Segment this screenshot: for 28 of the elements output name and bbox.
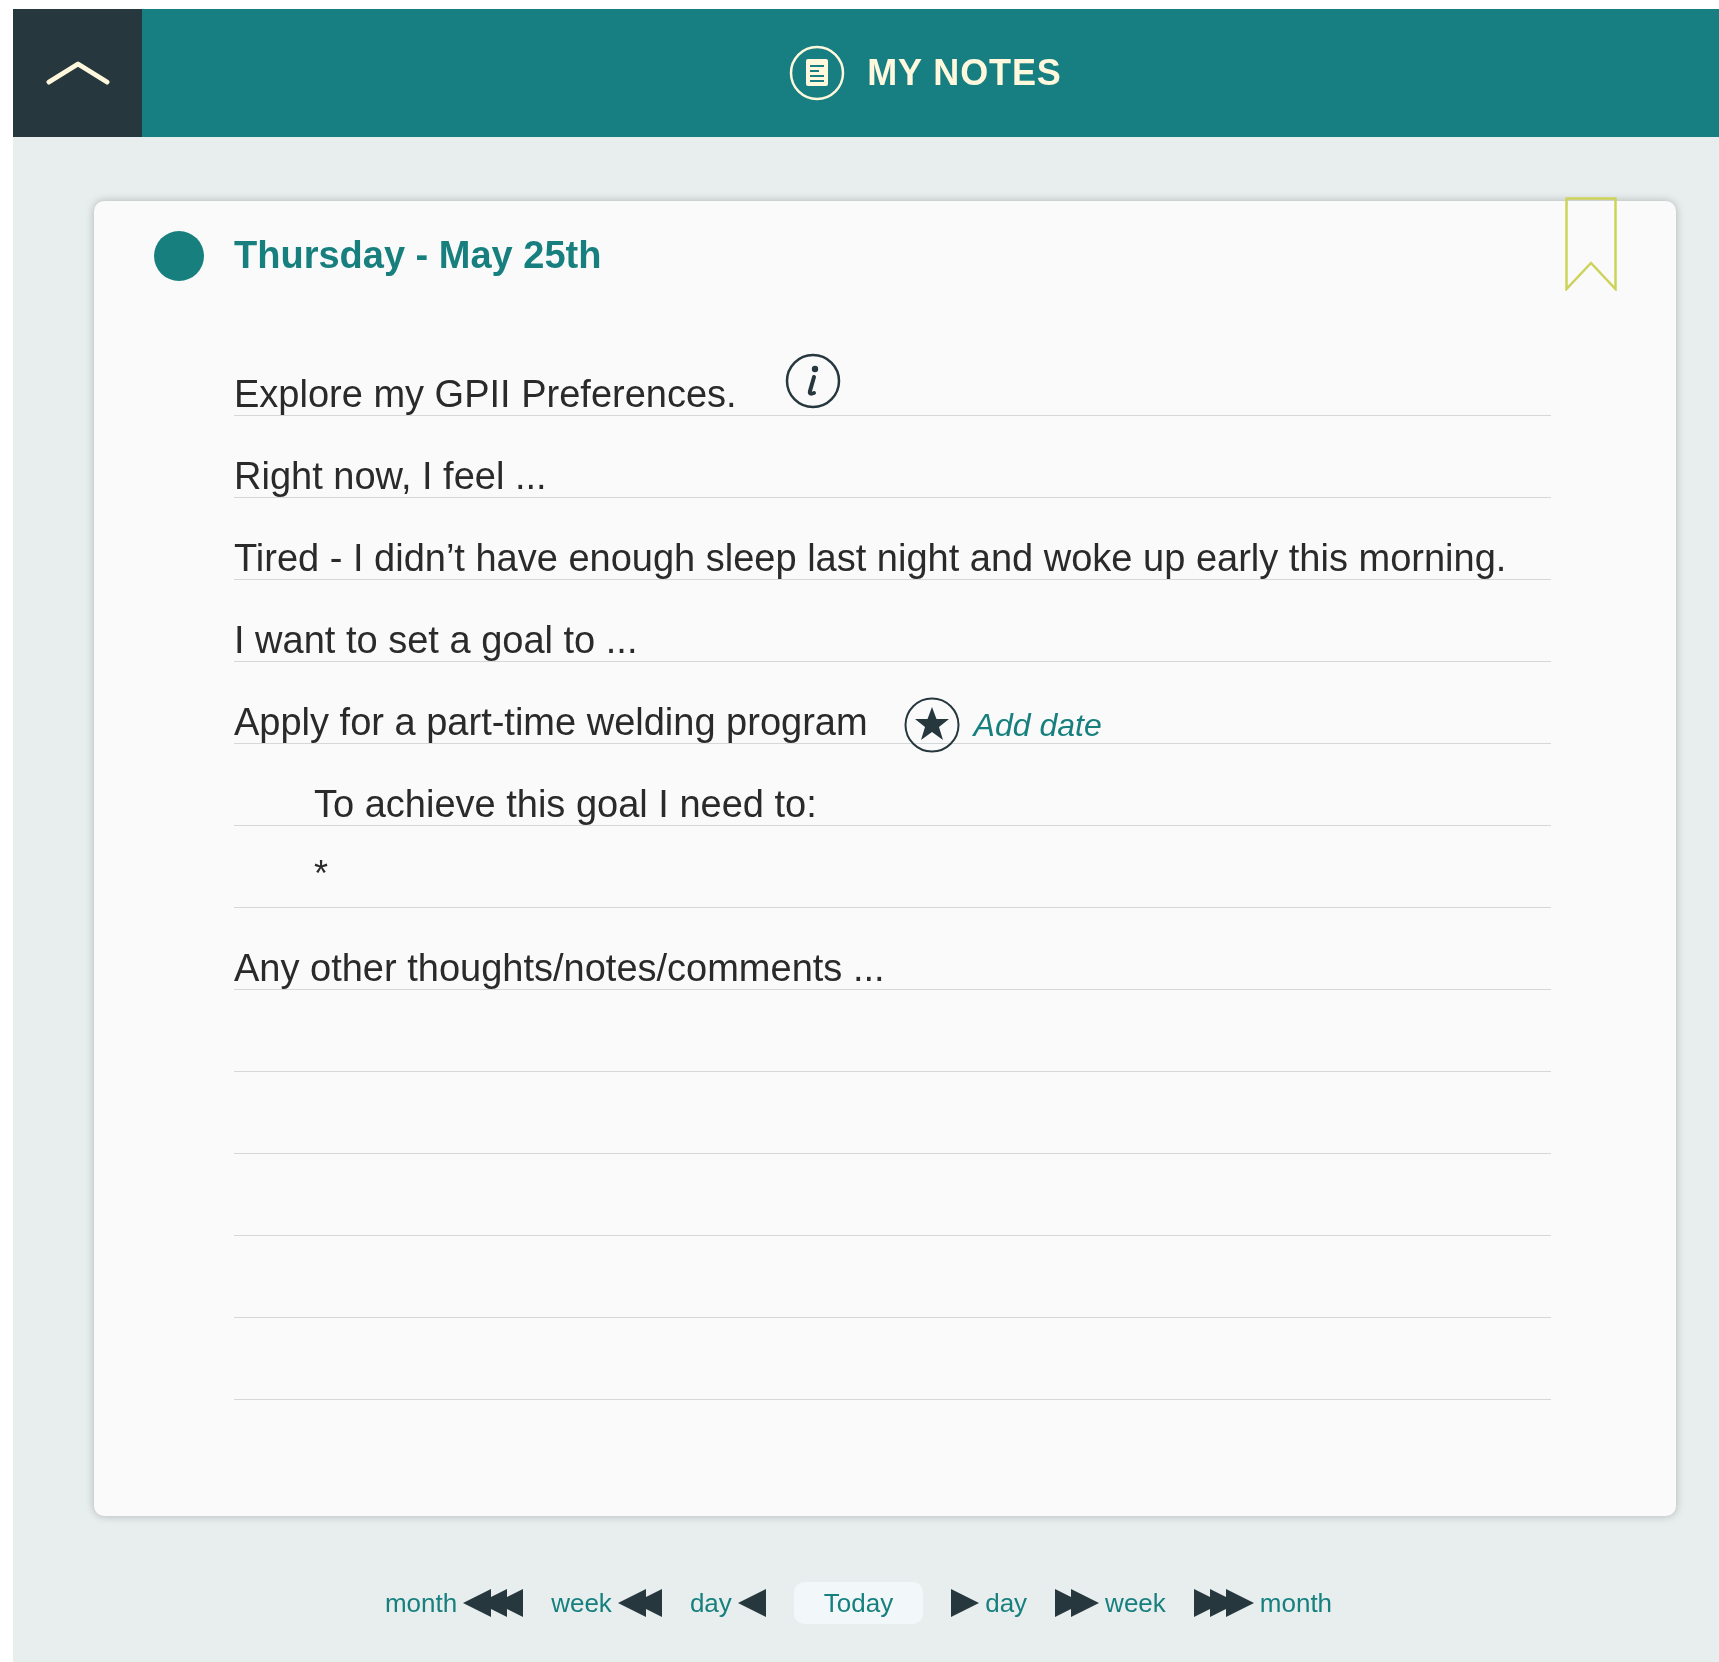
note-text: I want to set a goal to ... [234,621,638,659]
today-button[interactable]: Today [793,1582,924,1624]
nav-button[interactable]: week [551,1583,662,1623]
note-text: Right now, I feel ... [234,457,547,495]
nav-button[interactable]: month [384,1583,524,1623]
info-icon[interactable] [784,353,841,409]
notes-icon [789,45,846,101]
note-text: Tired - I didn’t have enough sleep last night and woke up early this morning. [234,539,1507,577]
note-text: To achieve this goal I need to: [314,785,817,823]
rewind-icon [463,1587,524,1619]
add-date-link[interactable]: Add date [973,709,1102,741]
goal-text: Apply for a part-time welding program [234,703,868,741]
chevron-up-icon [45,60,110,86]
note-text: Any other thoughts/notes/comments ... [234,949,885,987]
rewind-icon [737,1587,766,1619]
nav-button[interactable]: day [689,1583,766,1623]
header-title: MY NOTES [867,51,1062,95]
rewind-icon [617,1587,662,1619]
fast-forward-icon [1193,1587,1254,1619]
nav-button[interactable]: day [951,1583,1028,1623]
nav-button[interactable]: month [1193,1583,1333,1623]
note-text: Explore my GPII Preferences. [234,375,737,413]
fast-forward-icon [951,1587,980,1619]
bullet-text: * [314,856,328,892]
nav-button[interactable]: week [1055,1583,1166,1623]
fast-forward-icon [1055,1587,1100,1619]
collapse-button[interactable] [13,9,142,137]
entry-date: Thursday - May 25th [234,233,602,278]
